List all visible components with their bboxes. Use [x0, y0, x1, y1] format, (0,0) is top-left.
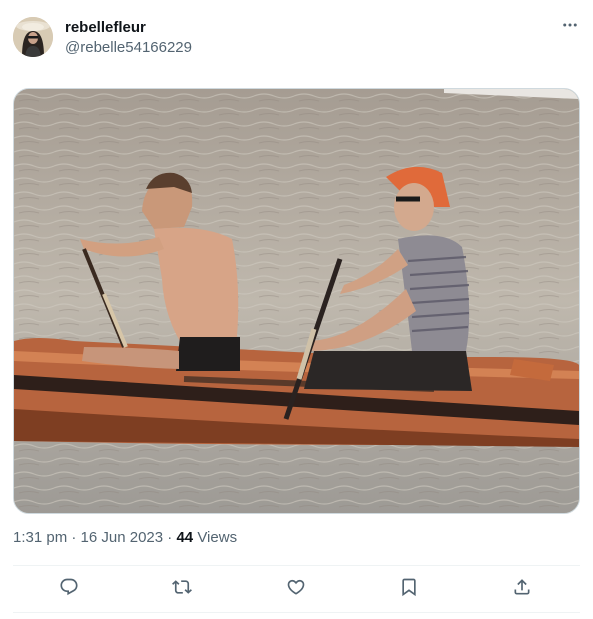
retweet-button[interactable] [165, 576, 199, 602]
views-label: Views [197, 529, 238, 546]
tweet-date[interactable]: 16 Jun 2023 [81, 529, 164, 546]
tweet-header: rebellefleur @rebelle54166229 [0, 0, 593, 80]
tweet-time[interactable]: 1:31 pm [13, 529, 67, 546]
divider [13, 612, 580, 613]
more-horizontal-icon [561, 16, 579, 39]
like-button[interactable] [279, 576, 313, 602]
retweet-icon [172, 577, 192, 602]
user-handle[interactable]: @rebelle54166229 [65, 38, 192, 58]
meta-separator: · [167, 529, 173, 546]
bookmark-icon [399, 577, 419, 602]
display-name[interactable]: rebellefleur [65, 18, 146, 38]
reply-button[interactable] [52, 576, 86, 602]
tweet-meta: 1:31 pm · 16 Jun 2023 · 44 Views [13, 528, 237, 548]
bookmark-button[interactable] [392, 576, 426, 602]
tweet-photo[interactable] [13, 88, 580, 514]
action-bar [13, 566, 580, 612]
share-button[interactable] [505, 576, 539, 602]
reply-icon [59, 577, 79, 602]
meta-separator: · [71, 529, 77, 546]
more-options-button[interactable] [556, 16, 584, 38]
views-count[interactable]: 44 [176, 529, 193, 546]
avatar[interactable] [13, 17, 53, 57]
heart-icon [286, 577, 306, 602]
share-icon [512, 577, 532, 602]
